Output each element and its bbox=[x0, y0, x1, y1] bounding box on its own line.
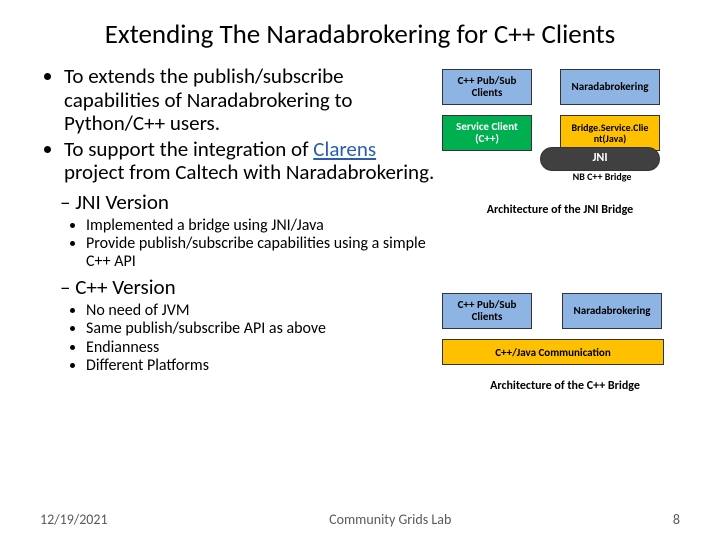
box-naradabrokering-1: Naradabrokering bbox=[560, 69, 660, 105]
box-bridge-service-client: Bridge.Service.Clie nt(Java) bbox=[560, 115, 660, 151]
sub-cpp-1: No need of JVM bbox=[86, 302, 440, 320]
bullet-1: To extends the publish/subscribe capabil… bbox=[64, 65, 440, 136]
box-service-client: Service Client (C++) bbox=[442, 115, 532, 151]
footer-page: 8 bbox=[673, 511, 680, 528]
clarens-link[interactable]: Clarens bbox=[313, 136, 376, 162]
sub-cpp-2: Same publish/subscribe API as above bbox=[86, 320, 440, 338]
box-cpp-clients-1: C++ Pub/Sub Clients bbox=[442, 69, 532, 105]
content-row: To extends the publish/subscribe capabil… bbox=[40, 65, 680, 439]
cpp-diagram: C++ Pub/Sub Clients Naradabrokering C++/… bbox=[440, 289, 680, 439]
sub-cpp-3: Endianness bbox=[86, 339, 440, 357]
caption-cpp-bridge: Architecture of the C++ Bridge bbox=[460, 379, 670, 393]
sub-cpp-items: No need of JVM Same publish/subscribe AP… bbox=[60, 302, 440, 376]
bullet-list: To extends the publish/subscribe capabil… bbox=[40, 65, 440, 185]
slide: Extending The Naradabrokering for C++ Cl… bbox=[0, 0, 720, 540]
bullet-2-post: project from Caltech with Naradabrokerin… bbox=[64, 159, 434, 185]
bsc-part2: Service.Clie nt(Java) bbox=[594, 121, 649, 145]
sub-jni: JNI Version Implemented a bridge using J… bbox=[60, 189, 440, 272]
box-cpp-clients-2: C++ Pub/Sub Clients bbox=[442, 293, 532, 329]
box-cpp-java-comm: C++/Java Communication bbox=[442, 339, 664, 365]
label-nb-cpp-bridge: NB C++ Bridge bbox=[562, 172, 642, 182]
footer: 12/19/2021 Community Grids Lab 8 bbox=[0, 511, 720, 528]
bullet-2-pre: To support the integration of bbox=[64, 136, 313, 162]
sub-jni-1: Implemented a bridge using JNI/Java bbox=[86, 217, 440, 235]
box-jni: JNI bbox=[540, 147, 660, 171]
sub-list: JNI Version Implemented a bridge using J… bbox=[40, 189, 440, 376]
footer-date: 12/19/2021 bbox=[40, 511, 108, 528]
bullet-2: To support the integration of Clarens pr… bbox=[64, 138, 440, 185]
diagram-column: C++ Pub/Sub Clients Naradabrokering Serv… bbox=[440, 65, 680, 439]
sub-cpp: C++ Version No need of JVM Same publish/… bbox=[60, 274, 440, 376]
text-column: To extends the publish/subscribe capabil… bbox=[40, 65, 440, 439]
sub-jni-label: JNI Version bbox=[75, 189, 169, 215]
box-naradabrokering-2: Naradabrokering bbox=[562, 293, 662, 329]
jni-diagram: C++ Pub/Sub Clients Naradabrokering Serv… bbox=[440, 65, 680, 235]
sub-cpp-4: Different Platforms bbox=[86, 357, 440, 375]
footer-center: Community Grids Lab bbox=[329, 511, 451, 528]
caption-jni-bridge: Architecture of the JNI Bridge bbox=[460, 203, 660, 217]
sub-jni-2: Provide publish/subscribe capabilities u… bbox=[86, 235, 440, 272]
sub-cpp-label: C++ Version bbox=[75, 274, 175, 300]
sub-jni-items: Implemented a bridge using JNI/Java Prov… bbox=[60, 217, 440, 272]
slide-title: Extending The Naradabrokering for C++ Cl… bbox=[40, 18, 680, 51]
